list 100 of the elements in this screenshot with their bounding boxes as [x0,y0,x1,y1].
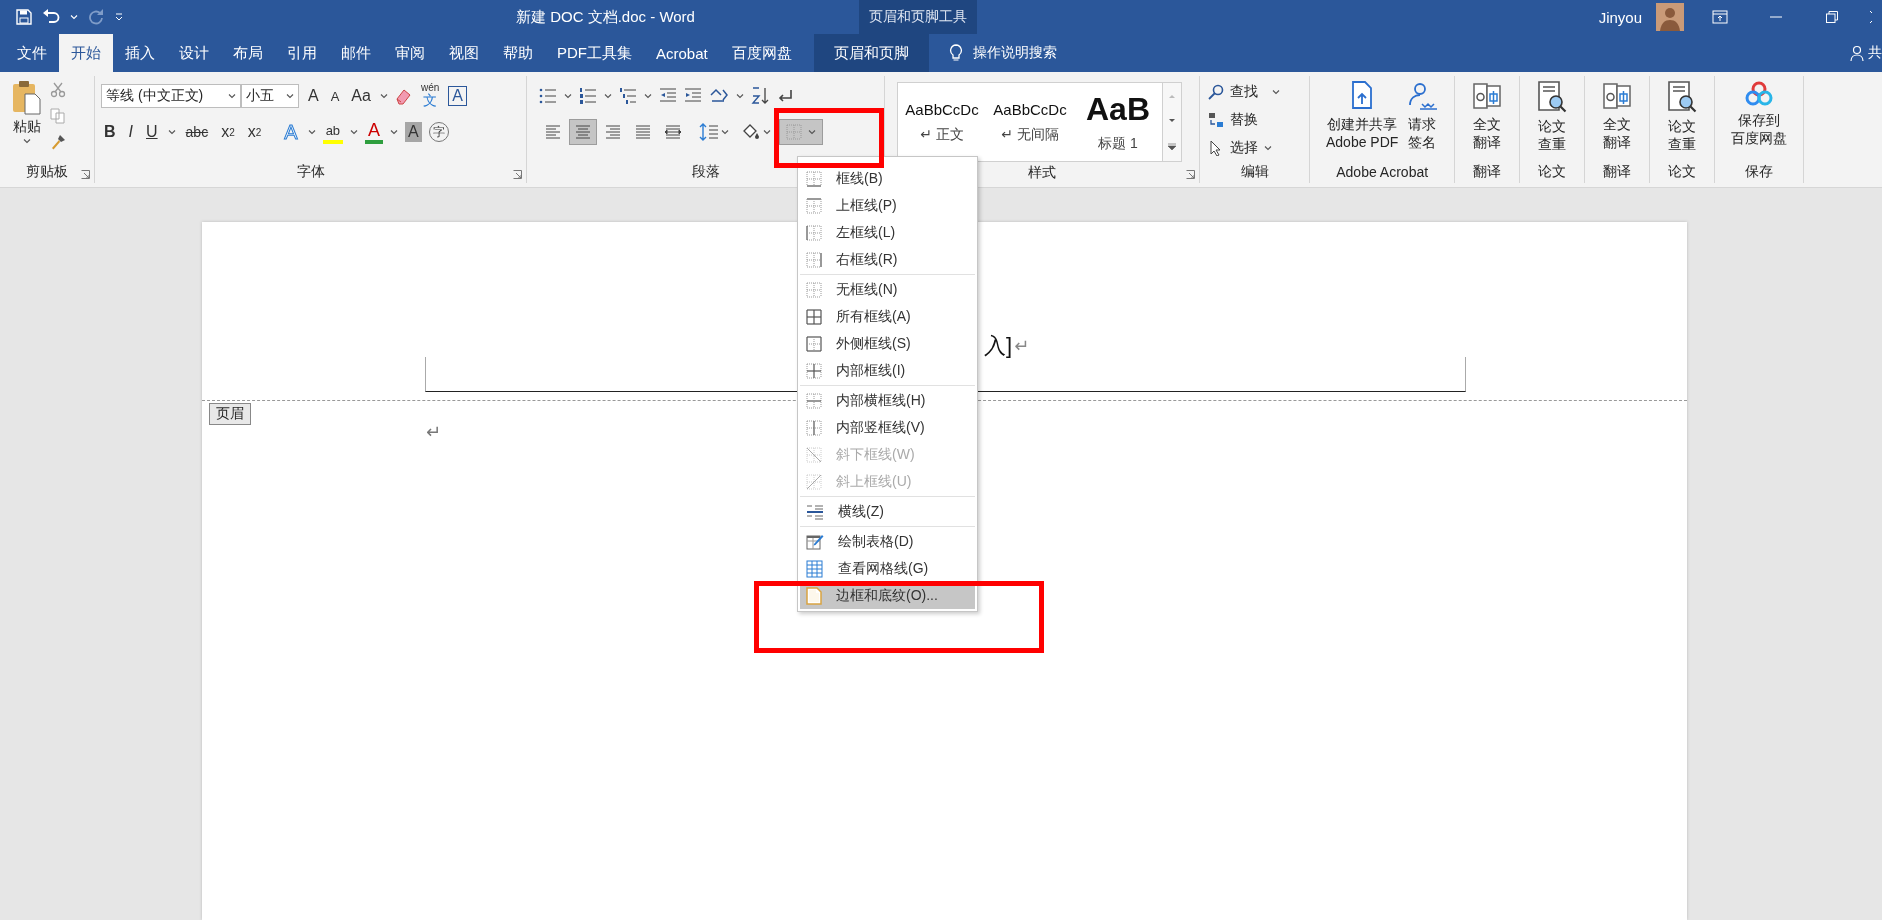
signature-icon[interactable] [1406,80,1439,112]
caret-icon[interactable] [307,129,316,135]
lightbulb-icon[interactable] [948,44,963,62]
undo-icon[interactable] [42,9,60,25]
decrease-indent-icon[interactable] [659,87,677,105]
style-item[interactable]: AaB 标题 1 [1074,83,1162,161]
change-case-button[interactable]: Aa [348,83,374,109]
tell-me-field[interactable]: 操作说明搜索 [972,44,1057,62]
font-color-button[interactable]: A [365,120,384,144]
menu-item[interactable]: 所有框线(A) [800,303,975,330]
dialog-launcher-icon[interactable] [81,170,90,179]
cloud-logo-icon[interactable] [1744,80,1775,108]
ribbon-button[interactable]: 全文 翻译 [1467,78,1508,161]
menu-item[interactable]: 横线(Z) [800,498,975,525]
caret-icon[interactable] [808,129,816,135]
save-icon[interactable] [16,9,32,25]
caret-icon[interactable] [379,93,388,99]
translate-icon[interactable] [1471,80,1504,112]
ribbon-tab[interactable]: 页眉和页脚 [813,34,929,72]
share-button[interactable]: 共 [1868,44,1882,62]
caret-icon[interactable] [604,93,612,99]
ribbon-tab[interactable]: 邮件 [329,34,383,72]
caret-icon[interactable] [721,129,729,135]
caret-icon[interactable] [390,129,399,135]
ribbon-button[interactable]: 全文 翻译 [1597,78,1638,161]
ribbon-display-icon[interactable] [1712,10,1728,24]
ribbon-tab[interactable]: 布局 [221,34,275,72]
ribbon-tab[interactable]: 百度网盘 [719,34,804,72]
menu-item[interactable]: 内部框线(I) [800,357,975,384]
menu-item[interactable]: 查看网格线(G) [800,555,975,582]
menu-item[interactable]: 外侧框线(S) [800,330,975,357]
dialog-launcher-icon[interactable] [513,170,522,179]
ribbon-tab[interactable]: PDF工具集 [545,34,644,72]
strikethrough-button[interactable]: abc [182,119,212,145]
person-icon[interactable] [1850,45,1864,61]
restore-icon[interactable] [1826,11,1838,23]
caret-icon[interactable] [763,129,771,135]
menu-item[interactable]: 框线(B) [800,165,975,192]
increase-indent-icon[interactable] [684,87,702,105]
menu-item[interactable]: 上框线(P) [800,192,975,219]
caret-icon[interactable] [1264,145,1272,151]
ribbon-tab[interactable]: 帮助 [491,34,545,72]
user-name[interactable]: Jinyou [1598,8,1642,26]
more-styles-icon[interactable] [1167,143,1177,152]
caret-icon[interactable] [23,138,31,144]
document-search-icon[interactable] [1666,80,1699,114]
ribbon-button[interactable]: 论文 查重 [1662,78,1703,161]
ribbon-button[interactable]: 请求 签名 [1402,78,1443,161]
ribbon-button[interactable]: 创建并共享 Adobe PDF [1322,78,1403,161]
ribbon-tab[interactable]: 开始 [59,34,113,72]
grow-font-button[interactable]: A [305,83,322,109]
eraser-icon[interactable] [393,87,412,105]
ribbon-tab[interactable]: 审阅 [383,34,437,72]
document-search-icon[interactable] [1536,80,1569,114]
style-item[interactable]: AaBbCcDc ↵ 无间隔 [986,83,1074,161]
avatar[interactable] [1656,3,1684,31]
caret-icon[interactable] [286,93,294,99]
style-item[interactable]: AaBbCcDc ↵ 正文 [898,83,986,161]
menu-item[interactable]: 左框线(L) [800,219,975,246]
sort-icon[interactable] [751,87,769,105]
menu-item[interactable]: 内部竖框线(V) [800,414,975,441]
ribbon-tab[interactable]: 视图 [437,34,491,72]
ribbon-tab[interactable]: 文件 [5,34,59,72]
highlight-button[interactable]: ab [322,120,344,144]
bold-button[interactable]: B [101,119,119,145]
ribbon-button[interactable]: 论文 查重 [1532,78,1573,161]
paint-bucket-icon[interactable] [741,123,761,141]
menu-item[interactable]: 绘制表格(D) [800,528,975,555]
caret-icon[interactable] [564,93,572,99]
replace-button[interactable]: 替换 [1206,108,1282,132]
ribbon-tab[interactable]: Acrobat [644,34,720,72]
caret-icon[interactable] [1272,89,1280,95]
line-spacing-icon[interactable] [699,123,719,141]
customize-caret-icon[interactable] [114,12,124,22]
character-shading-button[interactable]: A [405,122,422,142]
bullets-icon[interactable] [539,87,557,105]
translate-icon[interactable] [1601,80,1634,112]
ribbon-tab[interactable]: 设计 [167,34,221,72]
caret-icon[interactable] [167,129,176,135]
caret-icon[interactable] [644,93,652,99]
caret-icon[interactable] [736,93,744,99]
shrink-font-button[interactable]: A [327,83,343,109]
format-painter-icon[interactable] [50,134,66,150]
align-button[interactable] [569,119,597,145]
ribbon-tab[interactable]: 引用 [275,34,329,72]
caret-icon[interactable] [350,129,359,135]
scissors-icon[interactable] [50,82,66,98]
character-border-button[interactable]: A [448,86,467,106]
menu-item[interactable]: 无框线(N) [800,276,975,303]
ribbon-tab[interactable]: 插入 [113,34,167,72]
underline-button[interactable]: U [143,119,161,145]
caret-icon[interactable] [228,93,236,99]
font-size-field[interactable]: 小五 [241,84,299,108]
numbering-icon[interactable] [579,87,597,105]
ribbon-button[interactable]: 保存到 百度网盘 [1727,78,1792,161]
paste-button[interactable]: 粘贴 [6,78,48,161]
phonetic-guide-button[interactable]: wén 文 [417,83,443,109]
scroll-down-icon[interactable] [1168,118,1176,124]
italic-button[interactable]: I [125,119,136,145]
select-button[interactable]: 选择 [1206,136,1282,160]
